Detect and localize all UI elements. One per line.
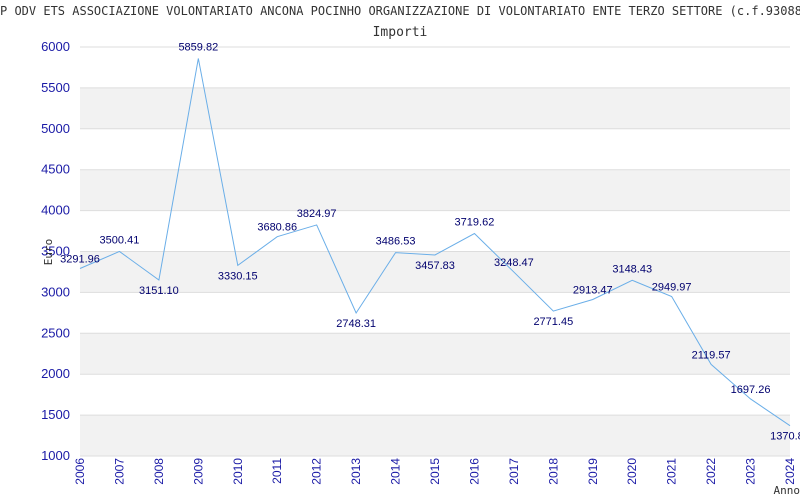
y-tick-label: 6000 (41, 39, 70, 54)
grid-band (80, 169, 790, 211)
x-tick-label: 2010 (231, 458, 245, 485)
x-tick-label: 2020 (625, 458, 639, 485)
data-label: 2748.31 (336, 318, 376, 330)
x-tick-label: 2009 (191, 458, 205, 485)
data-label: 2949.97 (652, 281, 692, 293)
x-tick-label: 2023 (744, 458, 758, 485)
data-label: 3719.62 (455, 217, 495, 229)
y-axis-label: Euro (42, 239, 55, 266)
data-label: 3680.86 (257, 222, 297, 234)
y-tick-label: 5500 (41, 80, 70, 95)
x-tick-label: 2013 (349, 458, 363, 485)
x-axis-label: Anno (774, 484, 800, 497)
y-tick-label: 1500 (41, 407, 70, 422)
y-tick-label: 5000 (41, 121, 70, 136)
grid-band (80, 333, 790, 375)
x-tick-label: 2016 (467, 458, 481, 485)
y-tick-label: 4000 (41, 203, 70, 218)
data-label: 2913.47 (573, 284, 613, 296)
x-tick-label: 2015 (428, 458, 442, 485)
x-tick-label: 2024 (783, 458, 797, 485)
data-label: 1697.26 (731, 384, 771, 396)
y-tick-label: 1000 (41, 448, 70, 463)
x-tick-label: 2019 (586, 458, 600, 485)
x-tick-label: 2021 (665, 458, 679, 485)
data-label: 3148.43 (612, 263, 652, 275)
data-label: 3457.83 (415, 260, 455, 272)
y-tick-label: 4500 (41, 162, 70, 177)
data-label: 1370.83 (770, 431, 800, 443)
data-label: 3500.41 (100, 234, 140, 246)
x-tick-label: 2022 (704, 458, 718, 485)
y-tick-label: 2000 (41, 366, 70, 381)
data-label: 2771.45 (533, 316, 573, 328)
data-label: 3248.47 (494, 257, 534, 269)
data-label: 5859.82 (178, 41, 218, 53)
data-label: 3291.96 (60, 254, 100, 266)
x-tick-label: 2018 (546, 458, 560, 485)
chart-svg: 1000150020002500300035004000450050005500… (41, 39, 800, 497)
data-label: 3486.53 (376, 236, 416, 248)
x-tick-label: 2017 (507, 458, 521, 485)
x-tick-label: 2008 (152, 458, 166, 485)
data-label: 3330.15 (218, 270, 258, 282)
x-tick-label: 2007 (112, 458, 126, 485)
x-tick-label: 2006 (73, 458, 87, 485)
data-label: 3824.97 (297, 208, 337, 220)
data-label: 3151.10 (139, 285, 179, 297)
x-tick-label: 2014 (389, 458, 403, 485)
y-tick-label: 2500 (41, 325, 70, 340)
chart-container: P ODV ETS ASSOCIAZIONE VOLONTARIATO ANCO… (0, 0, 800, 500)
x-tick-label: 2012 (310, 458, 324, 485)
data-label: 2119.57 (692, 349, 731, 361)
x-tick-label: 2011 (270, 458, 284, 484)
grid-band (80, 415, 790, 456)
y-tick-label: 3000 (41, 284, 70, 299)
